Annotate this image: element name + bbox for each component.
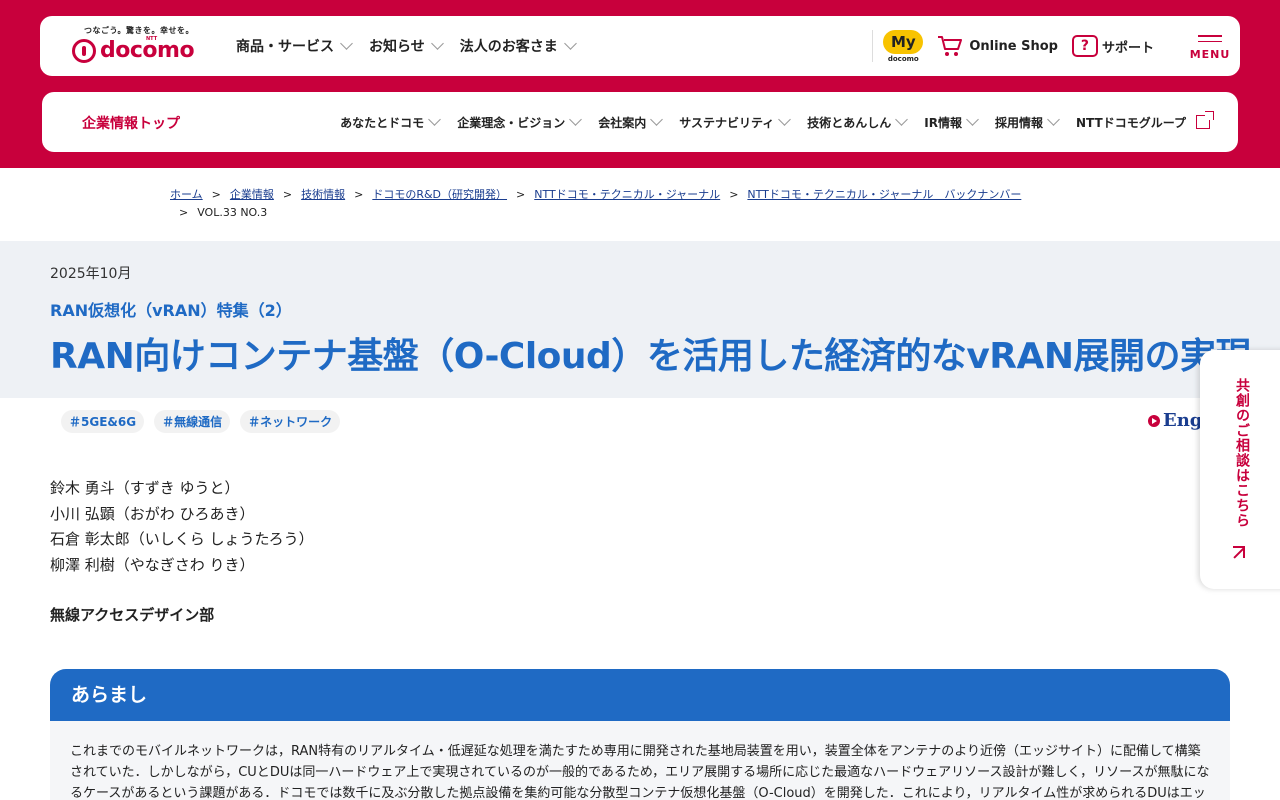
summary-text: これまでのモバイルネットワークは，RAN特有のリアルタイム・低遅延な処理を満たす… bbox=[70, 744, 1210, 800]
corp-nav-item-philosophy[interactable]: 企業理念・ビジョン bbox=[457, 113, 583, 131]
online-shop-label: Online Shop bbox=[969, 38, 1058, 54]
breadcrumb-current: VOL.33 NO.3 bbox=[197, 206, 268, 219]
corporate-top-link[interactable]: 企業情報トップ bbox=[82, 113, 180, 133]
my-sub-label: docomo bbox=[887, 54, 919, 63]
divider bbox=[872, 30, 874, 62]
chevron-down-icon bbox=[340, 37, 353, 50]
summary-box: あらまし これまでのモバイルネットワークは，RAN特有のリアルタイム・低遅延な処… bbox=[50, 669, 1230, 800]
corp-nav-label: 採用情報 bbox=[995, 115, 1044, 130]
corp-nav-label: 技術とあんしん bbox=[807, 115, 892, 130]
breadcrumb-separator: > bbox=[354, 188, 364, 201]
docomo-logo[interactable]: つなごう。驚きを。幸せを。 NTT docomo bbox=[72, 24, 202, 68]
breadcrumb-home[interactable]: ホーム bbox=[170, 188, 203, 201]
corporate-nav-bar: 企業情報トップ あなたとドコモ 企業理念・ビジョン 会社案内 サステナビリティ … bbox=[42, 92, 1238, 152]
breadcrumb: ホーム > 企業情報 > 技術情報 > ドコモのR&D（研究開発） > NTTドコモ・テクニカル… bbox=[170, 186, 1110, 222]
nav-news[interactable]: お知らせ bbox=[369, 36, 444, 56]
breadcrumb-separator: > bbox=[211, 188, 221, 201]
chevron-down-icon bbox=[1047, 113, 1060, 126]
corp-nav-label: あなたとドコモ bbox=[340, 115, 425, 130]
corp-nav-item-ir[interactable]: IR情報 bbox=[924, 113, 979, 131]
tag-list: ＃5GE&6G ＃無線通信 ＃ネットワーク bbox=[61, 410, 341, 433]
corp-nav-label: 会社案内 bbox=[598, 115, 647, 130]
nav-business[interactable]: 法人のお客さま bbox=[459, 36, 577, 56]
hamburger-icon bbox=[1198, 31, 1222, 46]
online-shop-button[interactable]: Online Shop bbox=[937, 35, 1058, 57]
external-link-icon bbox=[1196, 111, 1214, 129]
consultation-label: 共創のご相談はこちら bbox=[1234, 378, 1250, 528]
menu-button[interactable]: MENU bbox=[1189, 31, 1231, 61]
chevron-down-icon bbox=[430, 37, 444, 50]
cart-icon bbox=[938, 36, 963, 56]
chevron-down-icon bbox=[778, 113, 792, 126]
corp-nav-item-company[interactable]: 会社案内 bbox=[598, 113, 664, 131]
author-name: 鈴木 勇斗（すずき ゆうと） bbox=[50, 479, 240, 497]
corp-nav-item-technology[interactable]: 技術とあんしん bbox=[807, 113, 909, 131]
chevron-down-icon bbox=[563, 37, 577, 50]
author-name: 石倉 彰太郎（いしくら しょうたろう） bbox=[50, 530, 314, 548]
logo-wordmark: docomo bbox=[72, 38, 195, 63]
arrow-up-right-icon bbox=[1233, 546, 1245, 558]
corp-nav-label: IR情報 bbox=[924, 115, 962, 130]
my-docomo-button[interactable]: My docomo bbox=[883, 29, 924, 63]
docomo-ring-icon bbox=[72, 38, 96, 63]
corp-nav-item-you-and-docomo[interactable]: あなたとドコモ bbox=[340, 113, 442, 131]
tag-network[interactable]: ＃ネットワーク bbox=[240, 410, 341, 433]
author-name: 柳澤 利樹（やなぎさわ りき） bbox=[50, 555, 255, 574]
chevron-down-icon bbox=[895, 113, 909, 126]
breadcrumb-separator: > bbox=[179, 206, 189, 219]
consultation-tab[interactable]: 共創のご相談はこちら bbox=[1200, 350, 1280, 589]
breadcrumb-separator: > bbox=[282, 188, 293, 201]
chevron-down-icon bbox=[650, 113, 664, 126]
header-utilities: My docomo Online Shop ? サポート MENU bbox=[872, 16, 1240, 76]
global-nav: 商品・サービス お知らせ 法人のお客さま bbox=[236, 16, 577, 76]
page-title: RAN向けコンテナ基盤（O-Cloud）を活用した経済的なvRAN展開の実現 bbox=[50, 336, 1252, 377]
chevron-down-icon bbox=[569, 113, 583, 126]
corp-nav-label: NTTドコモグループ bbox=[1076, 115, 1186, 130]
corp-nav-label: サステナビリティ bbox=[679, 115, 775, 130]
chevron-down-icon bbox=[428, 113, 442, 126]
breadcrumb-separator: > bbox=[729, 188, 739, 201]
breadcrumb-separator: > bbox=[516, 188, 526, 201]
breadcrumb-back-numbers[interactable]: NTTドコモ・テクニカル・ジャーナル バックナンバー bbox=[747, 188, 1021, 201]
breadcrumb-corporate[interactable]: 企業情報 bbox=[230, 188, 274, 201]
corp-nav-item-recruit[interactable]: 採用情報 bbox=[995, 113, 1060, 131]
help-icon: ? bbox=[1071, 35, 1098, 57]
department: 無線アクセスデザイン部 bbox=[50, 606, 215, 624]
my-badge: My bbox=[883, 29, 924, 54]
author-name: 小川 弘顕（おがわ ひろあき） bbox=[50, 504, 255, 523]
menu-label: MENU bbox=[1189, 48, 1231, 61]
corporate-nav: あなたとドコモ 企業理念・ビジョン 会社案内 サステナビリティ 技術とあんしん … bbox=[340, 92, 1214, 152]
support-button[interactable]: ? サポート bbox=[1071, 35, 1154, 57]
play-icon bbox=[1148, 414, 1160, 427]
nav-products-services[interactable]: 商品・サービス bbox=[236, 36, 353, 56]
global-header: つなごう。驚きを。幸せを。 NTT docomo 商品・サービス お知らせ 法人… bbox=[40, 16, 1240, 76]
breadcrumb-technical-journal[interactable]: NTTドコモ・テクニカル・ジャーナル bbox=[534, 188, 720, 201]
author-list: 鈴木 勇斗（すずき ゆうと） 小川 弘顕（おがわ ひろあき） 石倉 彰太郎（いし… bbox=[50, 476, 314, 578]
chevron-down-icon bbox=[966, 113, 979, 126]
tag-5ge-6g[interactable]: ＃5GE&6G bbox=[61, 410, 145, 433]
summary-heading: あらまし bbox=[50, 669, 1230, 721]
nav-label: 法人のお客さま bbox=[459, 39, 558, 55]
article-header: 2025年10月 RAN仮想化（vRAN）特集（2） RAN向けコンテナ基盤（O… bbox=[0, 241, 1280, 398]
corp-nav-item-sustainability[interactable]: サステナビリティ bbox=[679, 113, 792, 131]
breadcrumb-technology[interactable]: 技術情報 bbox=[301, 188, 345, 201]
corp-nav-item-group[interactable]: NTTドコモグループ bbox=[1076, 111, 1214, 131]
feature-label: RAN仮想化（vRAN）特集（2） bbox=[50, 301, 292, 320]
nav-label: 商品・サービス bbox=[236, 39, 334, 55]
corp-nav-label: 企業理念・ビジョン bbox=[457, 115, 566, 130]
publish-date: 2025年10月 bbox=[50, 266, 132, 282]
logo-tagline: つなごう。驚きを。幸せを。 bbox=[84, 26, 195, 35]
logo-text: docomo bbox=[100, 38, 195, 63]
tag-wireless[interactable]: ＃無線通信 bbox=[154, 410, 231, 433]
support-label: サポート bbox=[1101, 40, 1154, 56]
nav-label: お知らせ bbox=[369, 39, 425, 55]
breadcrumb-rnd[interactable]: ドコモのR&D（研究開発） bbox=[372, 188, 507, 201]
